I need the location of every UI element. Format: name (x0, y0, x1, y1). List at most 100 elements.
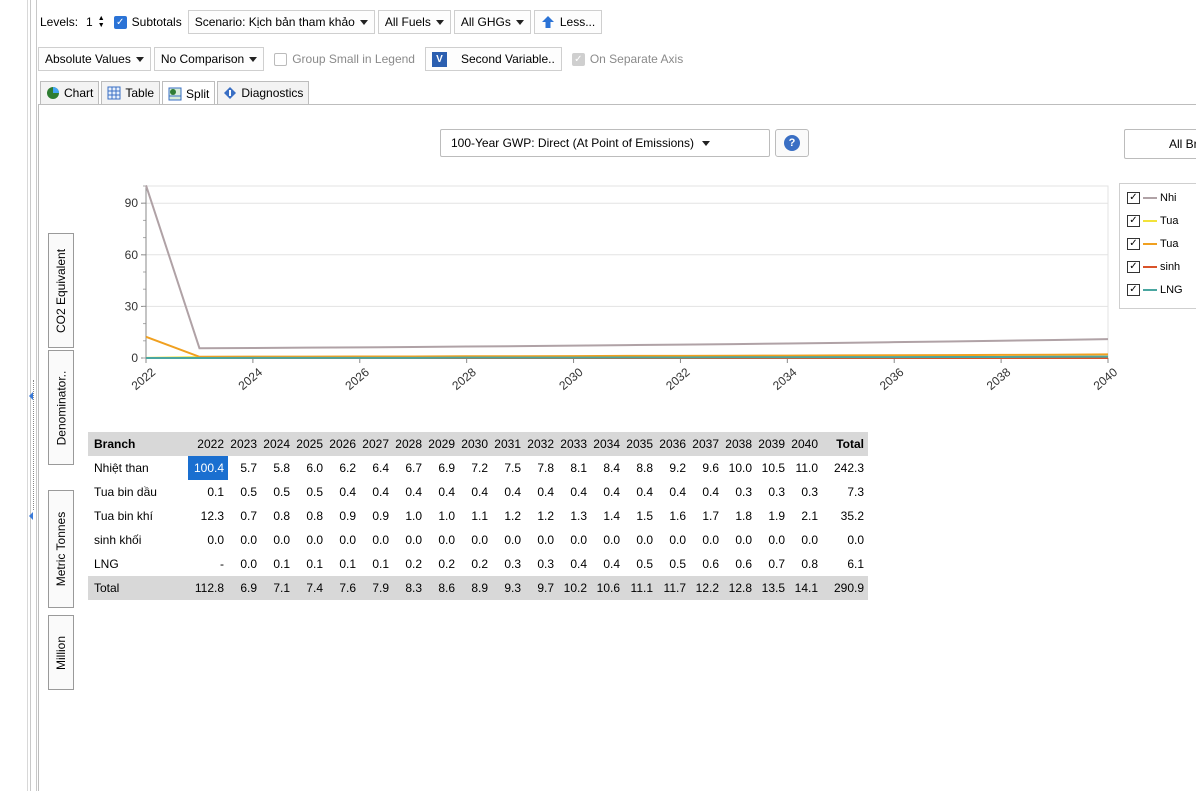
column-header[interactable]: 2022 (188, 432, 228, 456)
row-label-cell[interactable]: Tua bin dầu (88, 480, 188, 504)
table-row[interactable]: sinh khối 0.0 0.0 0.0 0.0 0.0 0.0 0.0 0.0 0.0 0.0 0… (88, 528, 868, 552)
table-cell[interactable]: 100.4 (188, 456, 228, 480)
table-cell[interactable]: 0.0 (426, 528, 459, 552)
legend-item-2[interactable]: ✓ Tua (1127, 236, 1179, 252)
fuels-dropdown[interactable]: All Fuels (377, 10, 451, 34)
table-cell[interactable]: 0.4 (426, 480, 459, 504)
table-cell[interactable]: 0.4 (558, 552, 591, 576)
table-cell[interactable]: 0.3 (525, 552, 558, 576)
table-cell[interactable]: 6.7 (393, 456, 426, 480)
table-cell[interactable]: 6.9 (228, 576, 261, 600)
table-cell[interactable]: 9.6 (690, 456, 723, 480)
table-cell[interactable]: 2.1 (789, 504, 822, 528)
help-button[interactable]: ? (775, 129, 809, 157)
table-cell[interactable]: 8.8 (624, 456, 657, 480)
legend-item-0[interactable]: ✓ Nhi (1127, 190, 1177, 206)
table-cell[interactable]: 14.1 (789, 576, 822, 600)
table-cell[interactable]: 1.0 (426, 504, 459, 528)
table-cell[interactable]: 0.4 (624, 480, 657, 504)
table-cell[interactable]: 7.6 (327, 576, 360, 600)
collapse-left-arrow-icon-2[interactable] (29, 512, 33, 520)
table-cell[interactable]: 1.2 (525, 504, 558, 528)
table-cell[interactable]: 6.4 (360, 456, 393, 480)
table-row[interactable]: LNG -0.0 0.1 0.1 0.1 0.1 0.2 0.2 0.2 0.3 0.3 0.4 0.4… (88, 552, 868, 576)
table-cell[interactable]: 0.1 (327, 552, 360, 576)
checkbox-checked-icon[interactable]: ✓ (1127, 215, 1140, 227)
table-cell[interactable]: 0.6 (690, 552, 723, 576)
table-cell[interactable]: 0.0 (360, 528, 393, 552)
column-header[interactable]: 2033 (558, 432, 591, 456)
table-cell[interactable]: 0.1 (188, 480, 228, 504)
separate-axis-checkbox[interactable]: ✓ On Separate Axis (565, 47, 690, 71)
table-cell[interactable]: 5.8 (261, 456, 294, 480)
table-cell[interactable]: 7.8 (525, 456, 558, 480)
column-header[interactable]: Branch (88, 432, 188, 456)
table-cell[interactable]: 9.2 (657, 456, 690, 480)
column-header[interactable]: 2034 (591, 432, 624, 456)
table-cell[interactable]: 0.5 (624, 552, 657, 576)
table-cell[interactable]: 0.6 (723, 552, 756, 576)
scenario-dropdown[interactable]: Scenario: Kịch bản tham khảo (187, 10, 375, 34)
column-header[interactable]: 2029 (426, 432, 459, 456)
table-cell[interactable]: 0.4 (459, 480, 492, 504)
table-cell[interactable]: 0.0 (558, 528, 591, 552)
table-cell[interactable]: 1.7 (690, 504, 723, 528)
column-header[interactable]: 2032 (525, 432, 558, 456)
table-cell[interactable]: 35.2 (822, 504, 868, 528)
column-header[interactable]: 2035 (624, 432, 657, 456)
unit-tab-denominator[interactable]: Denominator.. (48, 350, 74, 465)
table-cell[interactable]: 6.1 (822, 552, 868, 576)
table-cell[interactable]: 0.4 (657, 480, 690, 504)
table-total-row[interactable]: Total 112.8 6.9 7.1 7.4 7.6 7.9 8.3 8.6 8.9 9.3 9.7… (88, 576, 868, 600)
table-cell[interactable]: 0.0 (525, 528, 558, 552)
table-cell[interactable]: 7.2 (459, 456, 492, 480)
table-cell[interactable]: 0.5 (261, 480, 294, 504)
column-header[interactable]: 2030 (459, 432, 492, 456)
table-cell[interactable]: 7.4 (294, 576, 327, 600)
table-row[interactable]: Tua bin dầu 0.1 0.5 0.5 0.5 0.4 0.4 0.4 0.4 0.4 0.… (88, 480, 868, 504)
table-cell[interactable]: 12.2 (690, 576, 723, 600)
levels-stepper[interactable]: 1 ▲ ▼ (83, 10, 108, 34)
table-cell[interactable]: 0.0 (228, 552, 261, 576)
column-header[interactable]: 2038 (723, 432, 756, 456)
table-cell[interactable]: 0.3 (723, 480, 756, 504)
table-cell[interactable]: 7.5 (492, 456, 525, 480)
table-cell[interactable]: 10.6 (591, 576, 624, 600)
row-label-cell[interactable]: Nhiệt than (88, 456, 188, 480)
table-cell[interactable]: 0.5 (294, 480, 327, 504)
table-cell[interactable]: 0.0 (228, 528, 261, 552)
table-cell[interactable]: 9.3 (492, 576, 525, 600)
checkbox-checked-icon[interactable]: ✓ (1127, 192, 1140, 204)
table-cell[interactable]: 0.0 (756, 528, 789, 552)
unit-tab-million[interactable]: Million (48, 615, 74, 690)
table-cell[interactable]: 0.7 (228, 504, 261, 528)
table-cell[interactable]: 0.9 (360, 504, 393, 528)
checkbox-checked-icon[interactable]: ✓ (1127, 261, 1140, 273)
table-cell[interactable]: 242.3 (822, 456, 868, 480)
tab-diagnostics[interactable]: Diagnostics (217, 81, 310, 105)
table-cell[interactable]: 0.4 (591, 552, 624, 576)
table-cell[interactable]: 10.5 (756, 456, 789, 480)
table-cell[interactable]: 0.2 (393, 552, 426, 576)
table-cell[interactable]: 0.5 (657, 552, 690, 576)
column-header[interactable]: 2036 (657, 432, 690, 456)
column-header[interactable]: 2028 (393, 432, 426, 456)
group-small-checkbox[interactable]: Group Small in Legend (267, 47, 422, 71)
table-cell[interactable]: 11.7 (657, 576, 690, 600)
column-header[interactable]: 2027 (360, 432, 393, 456)
pane-splitter[interactable] (29, 0, 37, 791)
splitter-grip[interactable] (33, 380, 34, 510)
comparison-dropdown[interactable]: No Comparison (153, 47, 265, 71)
table-cell[interactable]: 11.1 (624, 576, 657, 600)
table-cell[interactable]: 0.8 (294, 504, 327, 528)
table-cell[interactable]: 13.5 (756, 576, 789, 600)
column-header[interactable]: 2024 (261, 432, 294, 456)
column-header[interactable]: 2025 (294, 432, 327, 456)
table-cell[interactable]: 0.0 (690, 528, 723, 552)
table-cell[interactable]: 0.0 (657, 528, 690, 552)
table-cell[interactable]: 5.7 (228, 456, 261, 480)
table-cell[interactable]: 0.3 (492, 552, 525, 576)
table-cell[interactable]: 0.0 (624, 528, 657, 552)
table-cell[interactable]: 0.0 (327, 528, 360, 552)
table-cell[interactable]: 0.0 (822, 528, 868, 552)
